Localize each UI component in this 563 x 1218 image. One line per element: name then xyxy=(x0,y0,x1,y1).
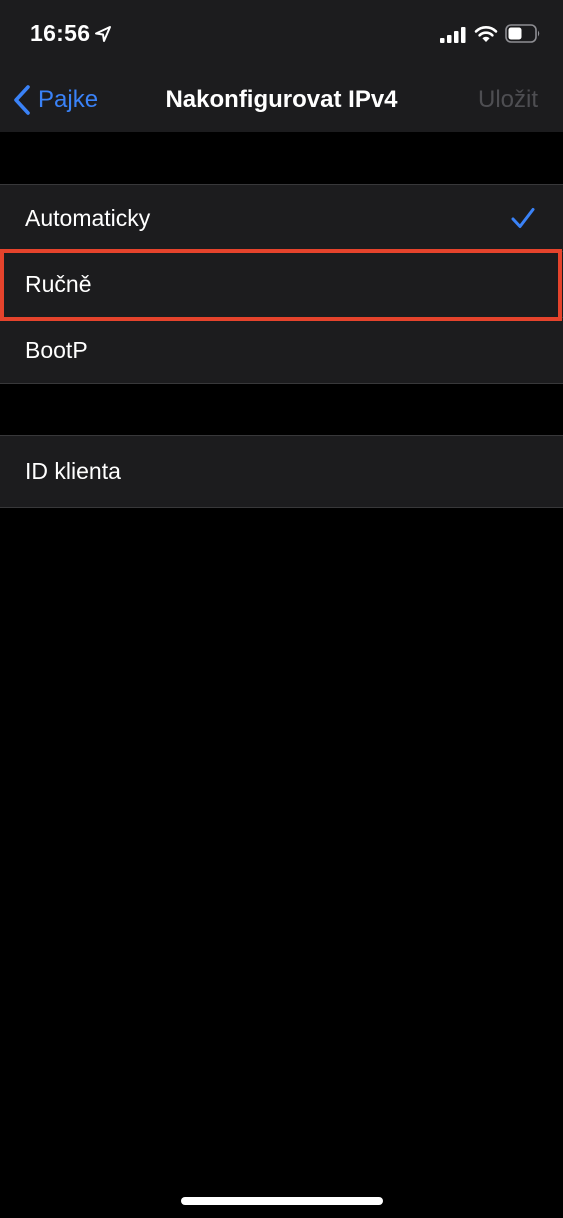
wifi-icon xyxy=(474,25,498,42)
cellular-signal-icon xyxy=(440,27,466,43)
option-manual[interactable]: Ručně xyxy=(0,251,563,317)
location-arrow-icon xyxy=(95,26,111,42)
option-automatic[interactable]: Automaticky xyxy=(0,185,563,251)
status-bar: 16:56 xyxy=(0,0,563,68)
client-id-label: ID klienta xyxy=(25,458,121,484)
status-time: 16:56 xyxy=(30,20,91,46)
chevron-left-icon xyxy=(14,85,30,115)
back-button-label: Pajke xyxy=(38,86,99,113)
navigation-bar: Pajke Nakonfigurovat IPv4 Uložit xyxy=(0,68,563,132)
client-id-section: ID klienta xyxy=(0,435,563,508)
client-id-field[interactable]: ID klienta xyxy=(0,436,563,507)
option-bootp[interactable]: BootP xyxy=(0,317,563,383)
battery-icon xyxy=(505,24,540,43)
home-indicator[interactable] xyxy=(181,1197,383,1205)
checkmark-icon xyxy=(511,208,535,228)
back-button[interactable]: Pajke xyxy=(12,82,98,118)
option-label: Automaticky xyxy=(25,204,151,231)
option-label: BootP xyxy=(25,336,88,363)
save-button[interactable]: Uložit xyxy=(478,82,538,118)
option-label: Ručně xyxy=(25,270,92,297)
ipv4-mode-list: Automaticky Ručně BootP xyxy=(0,184,563,384)
